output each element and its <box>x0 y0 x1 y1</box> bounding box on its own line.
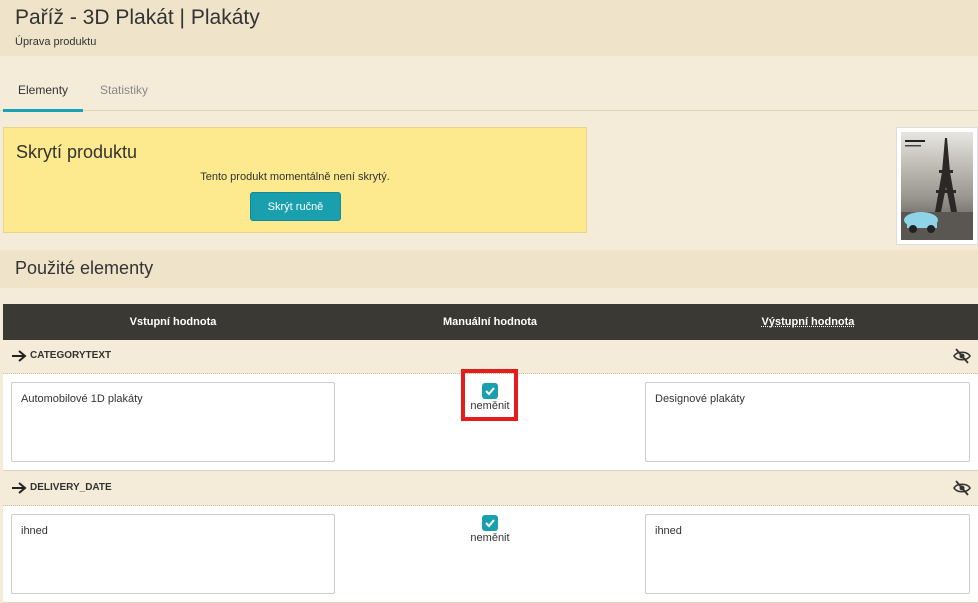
table-header: Vstupní hodnota Manuální hodnota Výstupn… <box>3 304 978 340</box>
arrow-right-icon <box>12 482 27 494</box>
eiffel-tower-poster-image <box>901 132 973 240</box>
column-input-value: Vstupní hodnota <box>129 316 217 328</box>
output-value-field[interactable]: ihned <box>645 514 970 594</box>
keep-checkbox-label: neměnit <box>470 532 510 544</box>
tab-bar: Elementy Statistiky <box>0 70 978 112</box>
highlight-box <box>461 369 518 421</box>
page-title: Paříž - 3D Plakát | Plakáty <box>15 6 260 29</box>
elements-section-heading: Použité elementy <box>15 258 154 278</box>
hide-panel-title: Skrytí produktu <box>16 142 138 162</box>
checkmark-icon <box>485 519 495 528</box>
tab-statistiky[interactable]: Statistiky <box>85 70 163 110</box>
page-header: Paříž - 3D Plakát | Plakáty Úprava produ… <box>0 0 978 56</box>
element-code: CATEGORYTEXT <box>30 350 112 361</box>
eye-slash-icon[interactable] <box>953 348 971 364</box>
page-subtitle: Úprava produktu <box>15 36 97 48</box>
arrow-right-icon <box>12 350 27 362</box>
input-value-field[interactable]: ihned <box>11 514 335 594</box>
keep-checkbox[interactable] <box>482 515 498 531</box>
element-row: ihned neměnit ihned <box>3 506 978 603</box>
hide-manually-button[interactable]: Skrýt ručně <box>250 192 341 221</box>
column-manual-value: Manuální hodnota <box>442 316 538 328</box>
eye-slash-icon[interactable] <box>953 480 971 496</box>
input-value-field[interactable]: Automobilové 1D plakáty <box>11 382 335 462</box>
product-hide-panel: Skrytí produktu Tento produkt momentálně… <box>3 127 587 233</box>
element-code: DELIVERY_DATE <box>30 482 112 493</box>
output-value-field[interactable]: Designové plakáty <box>645 382 970 462</box>
hide-status-text: Tento produkt momentálně není skrytý. <box>200 171 390 183</box>
column-output-value[interactable]: Výstupní hodnota <box>643 304 973 340</box>
product-thumbnail[interactable] <box>896 127 978 245</box>
tab-elementy[interactable]: Elementy <box>3 70 84 112</box>
elements-section-title: Použité elementy <box>0 250 978 288</box>
manual-value-cell: neměnit <box>461 511 519 551</box>
element-row-header: DELIVERY_DATE <box>3 472 978 506</box>
